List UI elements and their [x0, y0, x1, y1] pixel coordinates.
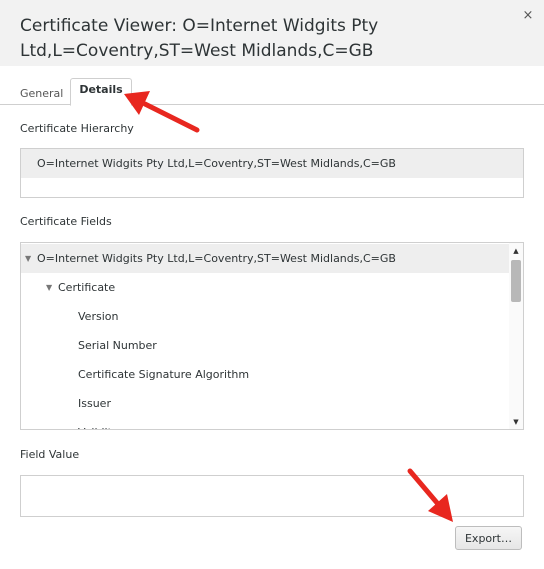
annotation-arrow-export: [407, 468, 453, 522]
annotation-arrow-details: [124, 91, 200, 133]
annotation-arrows: [124, 91, 453, 522]
